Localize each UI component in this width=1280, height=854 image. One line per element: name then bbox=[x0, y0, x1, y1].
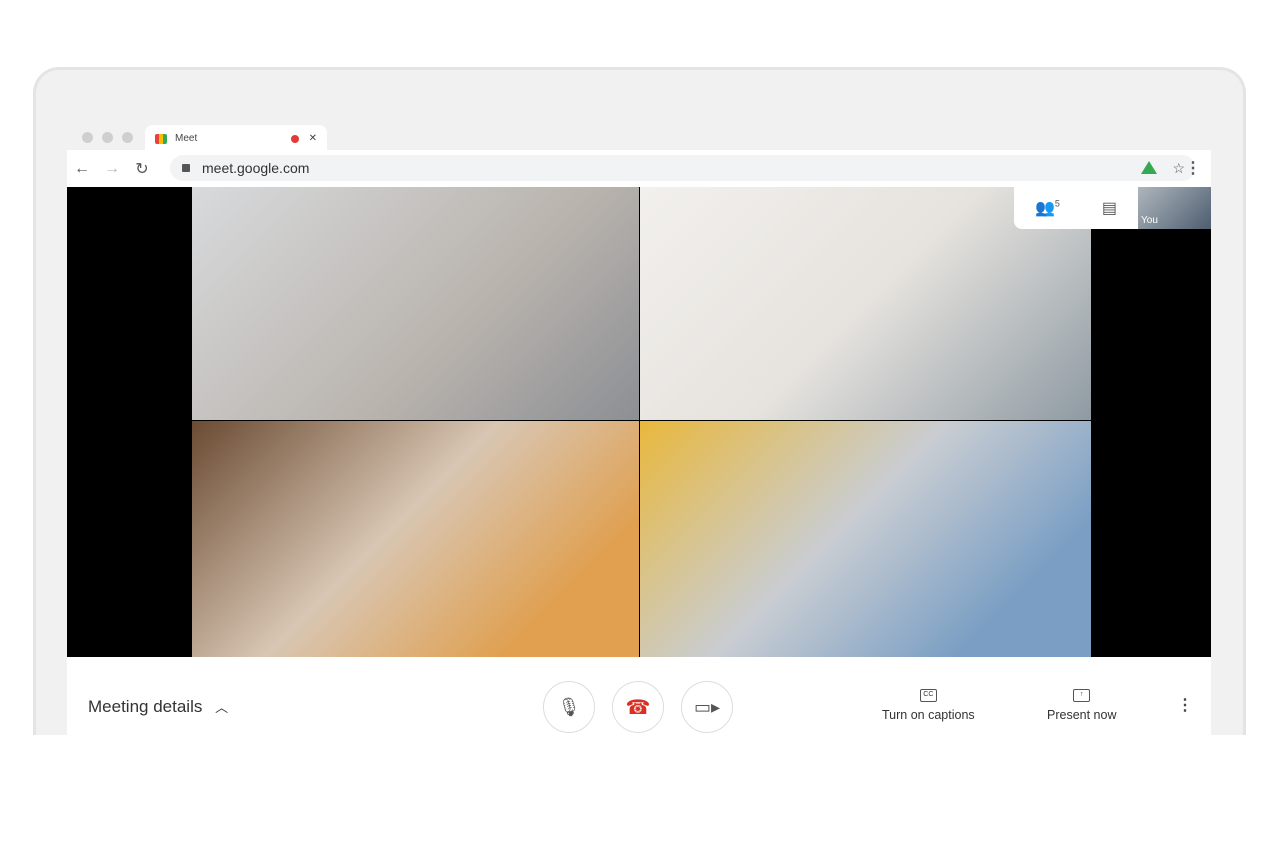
chevron-up-icon: ︿ bbox=[215, 700, 229, 715]
reload-icon[interactable]: ↻ bbox=[127, 159, 157, 179]
captions-icon: CC bbox=[919, 689, 937, 702]
tab-title: Meet bbox=[175, 133, 198, 144]
people-button[interactable]: 👥5 bbox=[1035, 198, 1060, 218]
address-bar[interactable]: meet.google.com ☆ bbox=[170, 155, 1195, 181]
captions-button[interactable]: CC Turn on captions bbox=[882, 685, 975, 722]
participant-video[interactable] bbox=[192, 187, 639, 420]
present-icon: ↑ bbox=[1073, 689, 1091, 702]
url-text: meet.google.com bbox=[202, 160, 310, 176]
window-dot[interactable] bbox=[122, 132, 133, 143]
meeting-top-controls: 👥5 ▤ bbox=[1014, 187, 1138, 229]
microphone-button[interactable]: 🎙 bbox=[543, 681, 595, 733]
close-tab-icon[interactable]: ✕ bbox=[309, 133, 317, 144]
microphone-icon: 🎙 bbox=[557, 696, 581, 717]
recording-icon bbox=[290, 134, 299, 143]
present-label: Present now bbox=[1047, 708, 1117, 722]
window-dot[interactable] bbox=[82, 132, 93, 143]
video-grid: 👥5 ▤ You bbox=[67, 187, 1211, 657]
chat-icon[interactable]: ▤ bbox=[1102, 198, 1117, 218]
camera-button[interactable]: ▭▸ bbox=[681, 681, 733, 733]
people-icon: 👥 bbox=[1034, 200, 1055, 217]
window-dot[interactable] bbox=[102, 132, 113, 143]
participant-count: 5 bbox=[1054, 198, 1060, 209]
star-icon[interactable]: ☆ bbox=[1172, 160, 1185, 177]
end-call-button[interactable]: ☎ bbox=[612, 681, 664, 733]
self-view[interactable]: You bbox=[1138, 187, 1211, 229]
browser-menu-icon[interactable]: ⋮ bbox=[1185, 158, 1201, 178]
self-label: You bbox=[1141, 215, 1158, 226]
window-controls bbox=[82, 132, 133, 143]
meeting-control-bar: Meeting details ︿ 🎙 ☎ ▭▸ CC Turn on capti… bbox=[67, 657, 1211, 735]
background bbox=[0, 735, 1280, 854]
participant-video[interactable] bbox=[192, 421, 639, 657]
drive-icon[interactable] bbox=[1141, 161, 1157, 174]
more-options-icon[interactable]: ⋮ bbox=[1177, 695, 1193, 715]
camera-icon: ▭▸ bbox=[693, 696, 721, 717]
meet-logo-icon bbox=[155, 133, 167, 144]
captions-label: Turn on captions bbox=[882, 708, 975, 722]
forward-icon[interactable]: → bbox=[97, 160, 127, 178]
hang-up-icon: ☎ bbox=[625, 696, 651, 719]
meeting-details-label: Meeting details bbox=[88, 697, 203, 716]
browser-toolbar: ← → ↻ meet.google.com ☆ ⋮ bbox=[67, 150, 1211, 187]
lock-icon bbox=[182, 164, 190, 172]
participant-video[interactable] bbox=[640, 421, 1091, 657]
present-now-button[interactable]: ↑ Present now bbox=[1047, 685, 1116, 722]
back-icon[interactable]: ← bbox=[67, 160, 97, 178]
tab-meet[interactable]: Meet ✕ bbox=[145, 125, 327, 152]
meeting-details-button[interactable]: Meeting details ︿ bbox=[88, 697, 228, 717]
